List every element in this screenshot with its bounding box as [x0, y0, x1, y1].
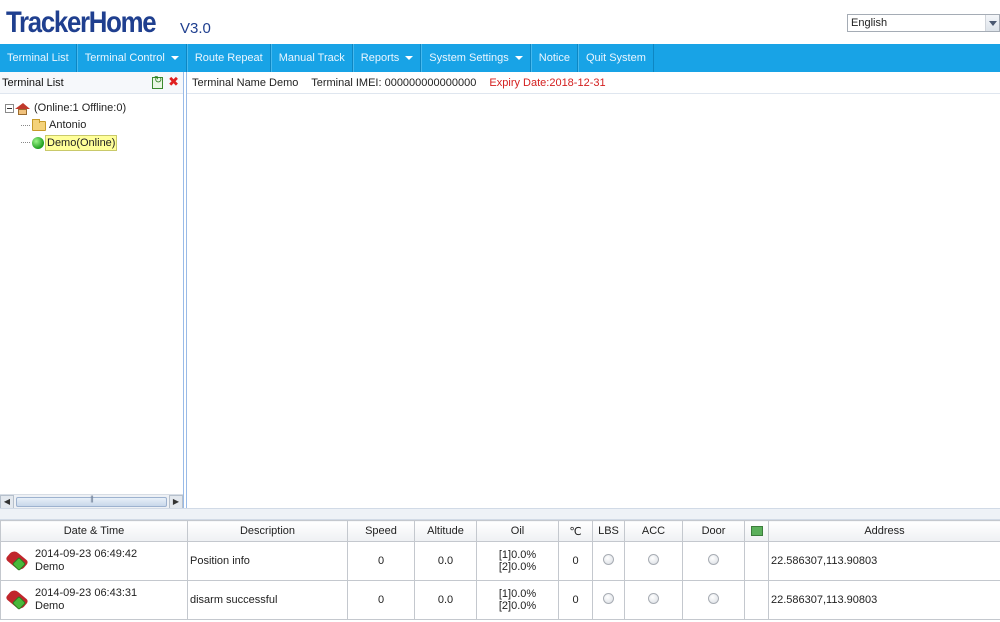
- tree-item-label: Antonio: [49, 119, 87, 131]
- door-status-icon: [708, 554, 719, 565]
- events-table: Date & Time Description Speed Altitude O…: [0, 520, 1000, 620]
- expiry-date: Expiry Date:2018-12-31: [489, 77, 606, 89]
- cell-oil: [1]0.0% [2]0.0%: [476, 580, 559, 620]
- caret-down-icon: [514, 56, 523, 60]
- scroll-right-icon[interactable]: ▶: [169, 494, 183, 509]
- terminal-list-header: Terminal List ✖: [0, 72, 183, 94]
- terminal-list-title: Terminal List: [2, 76, 64, 89]
- folder-icon: [32, 118, 46, 131]
- acc-status-icon: [648, 554, 659, 565]
- vehicle-icon: [5, 549, 29, 573]
- tree-root[interactable]: (Online:1 Offline:0): [0, 100, 183, 117]
- cell-description: Position info: [187, 541, 348, 581]
- cell-temperature: 0: [558, 541, 593, 581]
- caret-down-icon: [170, 56, 179, 60]
- cell-address: 22.586307,113.90803: [768, 580, 1000, 620]
- col-header-speed[interactable]: Speed: [347, 520, 415, 542]
- collapse-icon[interactable]: [5, 104, 14, 113]
- door-status-icon: [708, 593, 719, 604]
- cell-lbs: [592, 541, 625, 581]
- nav-terminal-list[interactable]: Terminal List: [0, 44, 77, 72]
- app-logo: TrackerHome: [6, 6, 157, 39]
- lbs-status-icon: [603, 593, 614, 604]
- language-select[interactable]: English: [847, 14, 1000, 32]
- tree-root-label: (Online:1 Offline:0): [34, 102, 127, 114]
- nav-system-settings[interactable]: System Settings: [421, 44, 531, 72]
- cell-oil: [1]0.0% [2]0.0%: [476, 541, 559, 581]
- terminal-info-bar: Terminal Name Demo Terminal IMEI: 000000…: [187, 72, 1000, 94]
- cell-datetime: 2014-09-23 06:43:31 Demo: [0, 580, 188, 620]
- nav-terminal-control[interactable]: Terminal Control: [76, 44, 187, 72]
- cell-map: [744, 541, 769, 581]
- tree-item-demo[interactable]: Demo(Online): [0, 134, 183, 151]
- online-status-icon: [32, 136, 44, 149]
- nav-reports[interactable]: Reports: [352, 44, 422, 72]
- panel-splitter[interactable]: [0, 508, 1000, 520]
- col-header-map[interactable]: [744, 520, 769, 542]
- cell-temperature: 0: [558, 580, 593, 620]
- cell-lbs: [592, 580, 625, 620]
- col-header-lbs[interactable]: LBS: [592, 520, 625, 542]
- scrollbar-thumb[interactable]: [16, 496, 167, 507]
- cell-map: [744, 580, 769, 620]
- map-icon: [750, 526, 763, 537]
- cell-acc: [624, 541, 683, 581]
- terminal-imei: Terminal IMEI: 000000000000000: [311, 77, 477, 89]
- cell-altitude: 0.0: [414, 580, 477, 620]
- terminal-list-panel: Terminal List ✖ (Online:1 Offline:0) Ant…: [0, 72, 184, 509]
- nav-manual-track[interactable]: Manual Track: [270, 44, 353, 72]
- tree-item-label: Demo(Online): [45, 134, 118, 151]
- map-panel: Terminal Name Demo Terminal IMEI: 000000…: [186, 72, 1000, 508]
- col-header-door[interactable]: Door: [682, 520, 745, 542]
- col-header-address[interactable]: Address: [768, 520, 1000, 542]
- col-header-datetime[interactable]: Date & Time: [0, 520, 188, 542]
- cell-acc: [624, 580, 683, 620]
- cell-altitude: 0.0: [414, 541, 477, 581]
- chevron-down-icon[interactable]: [985, 15, 999, 31]
- refresh-icon[interactable]: [152, 75, 163, 89]
- app-header: TrackerHome V3.0 English: [0, 0, 1000, 44]
- events-table-container: Date & Time Description Speed Altitude O…: [0, 520, 1000, 622]
- table-row[interactable]: 2014-09-23 06:49:42 Demo Position info 0 …: [0, 541, 1000, 581]
- table-row[interactable]: 2014-09-23 06:43:31 Demo disarm successfu…: [0, 580, 1000, 620]
- home-icon: [15, 102, 30, 115]
- nav-notice[interactable]: Notice: [530, 44, 578, 72]
- col-header-acc[interactable]: ACC: [624, 520, 683, 542]
- map-area[interactable]: [187, 96, 1000, 508]
- table-header-row: Date & Time Description Speed Altitude O…: [0, 520, 1000, 542]
- scroll-left-icon[interactable]: ◀: [0, 494, 14, 509]
- cell-speed: 0: [347, 580, 415, 620]
- terminal-tree: (Online:1 Offline:0) Antonio Demo(Online…: [0, 94, 183, 151]
- app-version: V3.0: [180, 20, 211, 37]
- horizontal-scrollbar[interactable]: ◀ ▶: [0, 494, 183, 509]
- language-select-value: English: [851, 17, 888, 29]
- terminal-name: Terminal Name Demo: [192, 77, 299, 89]
- nav-route-repeat[interactable]: Route Repeat: [186, 44, 271, 72]
- acc-status-icon: [648, 593, 659, 604]
- tree-item-antonio[interactable]: Antonio: [0, 117, 183, 134]
- cell-description: disarm successful: [187, 580, 348, 620]
- caret-down-icon: [405, 56, 414, 60]
- cell-address: 22.586307,113.90803: [768, 541, 1000, 581]
- nav-quit-system[interactable]: Quit System: [577, 44, 654, 72]
- cell-datetime: 2014-09-23 06:49:42 Demo: [0, 541, 188, 581]
- close-icon[interactable]: ✖: [168, 75, 179, 89]
- col-header-temperature[interactable]: ℃: [558, 520, 593, 542]
- cell-door: [682, 541, 745, 581]
- main-nav: Terminal List Terminal Control Route Rep…: [0, 44, 1000, 72]
- vehicle-icon: [5, 588, 29, 612]
- cell-door: [682, 580, 745, 620]
- col-header-altitude[interactable]: Altitude: [414, 520, 477, 542]
- cell-speed: 0: [347, 541, 415, 581]
- col-header-oil[interactable]: Oil: [476, 520, 559, 542]
- col-header-description[interactable]: Description: [187, 520, 348, 542]
- lbs-status-icon: [603, 554, 614, 565]
